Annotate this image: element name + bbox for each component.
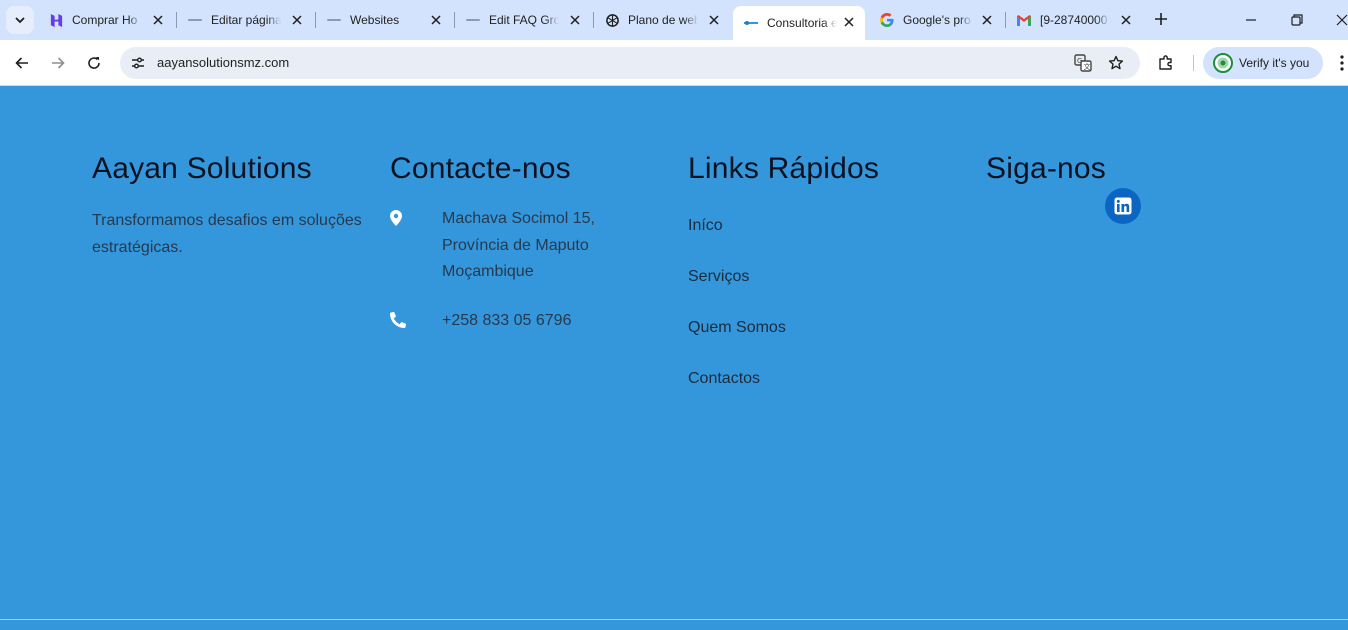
link-quem-somos[interactable]: Quem Somos [688,318,879,338]
minimize-icon [1246,19,1256,21]
close-icon[interactable] [706,12,722,28]
forward-button[interactable] [44,49,72,77]
more-vertical-icon [1340,55,1344,71]
tab-comprar[interactable]: Comprar Ho [38,4,174,36]
tab-strip: Comprar Ho Editar página Websites Edit F… [0,0,1348,40]
tab-search-button[interactable] [6,6,34,34]
footer-social-column: Siga-nos [986,149,1106,189]
tab-title: Consultoria e [767,16,837,30]
svg-text:G: G [1077,57,1082,65]
address-line: Machava Socimol 15, [442,210,595,227]
close-window-button[interactable] [1328,6,1348,34]
url-text: aayansolutionsmz.com [157,55,290,70]
arrow-left-icon [15,57,28,69]
new-tab-button[interactable] [1150,8,1172,30]
minimize-button[interactable] [1237,6,1265,34]
tab-title: Edit FAQ Gro [489,13,559,27]
toolbar-separator [1193,55,1194,71]
generic-page-icon [187,12,203,28]
close-icon[interactable] [289,12,305,28]
hostinger-icon [48,12,64,28]
close-icon[interactable] [841,14,857,30]
back-button[interactable] [8,49,36,77]
contact-address: Machava Socimol 15, Província de Maputo … [390,206,595,286]
company-description: Transformamos desafios em soluções estra… [92,212,362,256]
map-pin-icon [390,210,406,228]
svg-text:文: 文 [1084,62,1091,71]
tab-title: Comprar Ho [72,13,138,27]
reload-button[interactable] [80,49,108,77]
tab-gmail[interactable]: [9-28740000 [1006,4,1142,36]
generic-page-icon [326,12,342,28]
chevron-down-icon [15,17,25,24]
site-info-icon[interactable] [126,51,150,75]
footer-divider [0,619,1348,620]
close-icon[interactable] [150,12,166,28]
site-footer: Aayan Solutions Transformamos desafios e… [0,87,1348,630]
footer-company-column: Aayan Solutions Transformamos desafios e… [92,149,367,261]
phone-number: +258 833 05 6796 [442,311,572,329]
phone-icon [390,311,407,330]
tab-title: Plano de web [628,13,698,27]
plus-icon [1155,13,1167,25]
close-icon[interactable] [1118,12,1134,28]
tab-title: Editar página [211,13,281,27]
link-servicos[interactable]: Serviços [688,267,879,287]
tab-editar[interactable]: Editar página [177,4,313,36]
restore-button[interactable] [1283,6,1311,34]
translate-icon[interactable]: G文 [1073,53,1093,73]
site-favicon [743,15,759,31]
link-inicio[interactable]: Iníco [688,216,879,236]
linkedin-icon [1114,197,1132,215]
browser-menu-button[interactable] [1334,52,1348,74]
tab-plano[interactable]: Plano de web [594,4,730,36]
generic-page-icon [465,12,481,28]
close-icon[interactable] [428,12,444,28]
links-title: Links Rápidos [688,152,880,185]
gmail-icon [1016,12,1032,28]
tab-google[interactable]: Google's pro [869,4,1003,36]
close-icon[interactable] [979,12,995,28]
restore-icon [1291,14,1303,26]
link-contactos[interactable]: Contactos [688,369,879,389]
contact-phone: +258 833 05 6796 [390,308,595,335]
verify-label: Verify it's you [1239,56,1310,70]
extensions-button[interactable] [1155,52,1177,74]
linkedin-button[interactable] [1105,188,1141,224]
social-title: Siga-nos [986,152,1107,185]
avatar [1213,53,1233,73]
close-icon [1336,14,1348,26]
close-icon[interactable] [567,12,583,28]
tab-websites[interactable]: Websites [316,4,452,36]
tab-title: Google's pro [903,13,971,27]
tab-title: [9-28740000 [1040,13,1108,27]
quick-links: Iníco Serviços Quem Somos Contactos [688,216,879,389]
tab-title: Websites [350,13,400,27]
reload-icon [88,57,100,69]
browser-toolbar: aayansolutionsmz.com G文 Verify it's you [0,40,1348,86]
puzzle-icon [1159,55,1172,70]
bookmark-star-icon[interactable] [1106,53,1126,73]
footer-links-column: Links Rápidos Iníco Serviços Quem Somos … [688,149,879,389]
tab-edit-faq[interactable]: Edit FAQ Gro [455,4,591,36]
arrow-right-icon [52,57,65,69]
footer-contact-column: Contacte-nos Machava Socimol 15, Provínc… [390,149,595,334]
address-line: Província de Maputo [442,236,589,254]
company-title: Aayan Solutions [92,152,312,185]
address-bar[interactable]: aayansolutionsmz.com G文 [120,47,1140,79]
address-line: Moçambique [442,263,534,280]
tab-consultoria[interactable]: Consultoria e [733,6,865,40]
verify-profile-button[interactable]: Verify it's you [1203,47,1323,79]
google-icon [879,12,895,28]
openai-icon [604,12,620,28]
contact-title: Contacte-nos [390,152,571,185]
